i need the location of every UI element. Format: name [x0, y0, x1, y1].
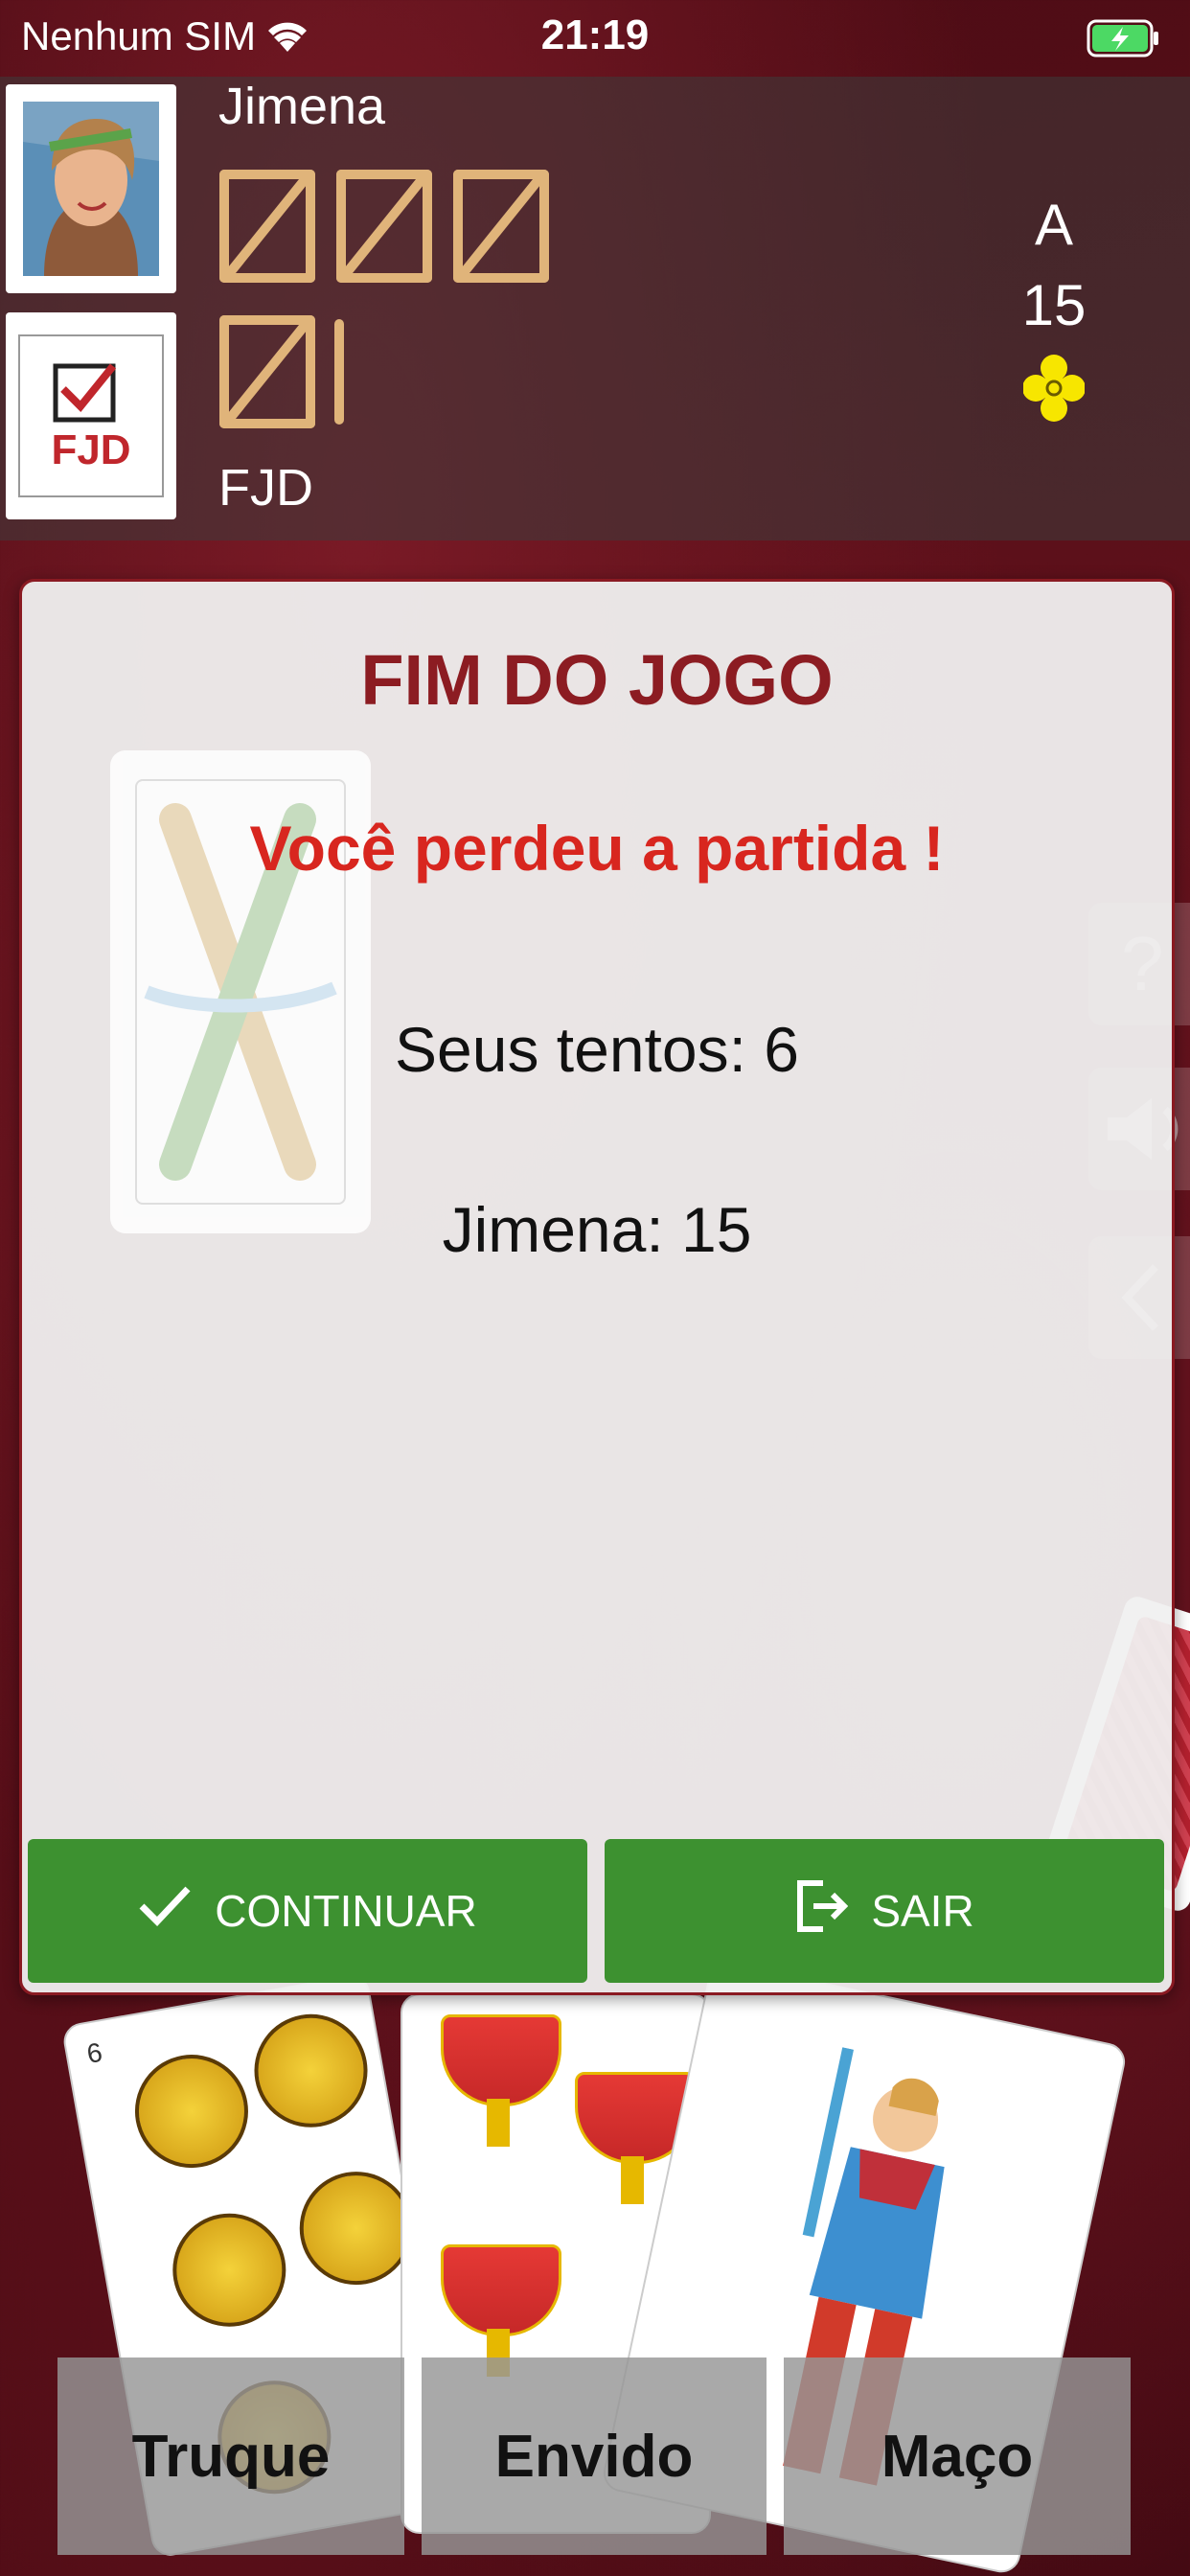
envido-button[interactable]: Envido [422, 2358, 767, 2555]
status-bar: Nenhum SIM 21:19 [0, 0, 1190, 77]
matchstick-group [219, 315, 344, 428]
own-points-line: Seus tentos: 6 [395, 1014, 799, 1085]
matchstick-group [336, 170, 432, 283]
coin-icon [245, 2005, 377, 2137]
maco-button[interactable]: Maço [784, 2358, 1131, 2555]
own-name: FJD [218, 459, 313, 517]
matchstick-group [219, 170, 315, 283]
opponent-avatar [6, 84, 176, 293]
envido-label: Envido [494, 2423, 694, 2490]
clock: 21:19 [540, 12, 650, 58]
own-avatar: FJD [6, 312, 176, 519]
result-message: Você perdeu a partida ! [249, 813, 945, 884]
matchstick-group [453, 170, 549, 283]
game-over-dialog: FIM DO JOGO Você perdeu a partida ! Seus… [19, 579, 1175, 1995]
opponent-points-line: Jimena: 15 [442, 1194, 752, 1265]
exit-label: SAIR [871, 1886, 974, 1936]
score-matchsticks [219, 170, 549, 428]
coin-icon [163, 2204, 295, 2336]
flower-icon [1022, 355, 1086, 426]
continue-label: CONTINUAR [215, 1886, 477, 1936]
maco-label: Maço [881, 2423, 1034, 2490]
score-team-label: A [1034, 193, 1074, 257]
cup-icon [441, 2014, 561, 2158]
svg-text:FJD: FJD [51, 426, 130, 473]
checkmark-icon [138, 1883, 192, 1940]
exit-button[interactable]: SAIR [605, 1839, 1164, 1983]
score-target: 15 [1021, 273, 1087, 337]
exit-door-icon [794, 1874, 849, 1949]
truque-label: Truque [131, 2423, 331, 2490]
battery-icon [1087, 17, 1163, 64]
truque-button[interactable]: Truque [57, 2358, 404, 2555]
coin-icon [126, 2045, 258, 2177]
dialog-title: FIM DO JOGO [360, 640, 834, 720]
continue-button[interactable]: CONTINUAR [28, 1839, 587, 1983]
card-rank-six: 6 [84, 2036, 105, 2069]
opponent-name: Jimena [218, 78, 386, 135]
